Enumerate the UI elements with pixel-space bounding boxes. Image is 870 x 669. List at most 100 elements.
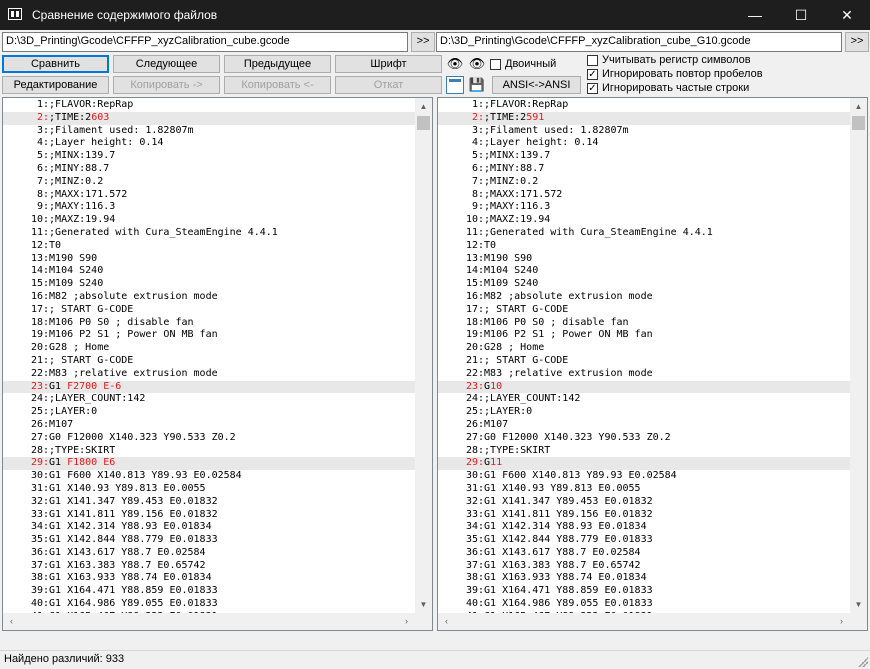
- code-line[interactable]: 31:G1 X140.93 Y89.813 E0.0055: [438, 483, 850, 496]
- left-vertical-scrollbar[interactable]: ▲ ▼: [415, 98, 432, 613]
- code-line[interactable]: 13:M190 S90: [3, 253, 415, 266]
- left-horizontal-scrollbar[interactable]: ‹ ›: [3, 613, 415, 630]
- ansi-button[interactable]: ANSI<->ANSI: [492, 76, 581, 94]
- right-vertical-scrollbar[interactable]: ▲ ▼: [850, 98, 867, 613]
- save-icon[interactable]: 💾: [468, 76, 486, 94]
- scroll-left-icon[interactable]: ‹: [3, 613, 20, 630]
- code-line[interactable]: 9:;MAXY:116.3: [3, 201, 415, 214]
- window-icon[interactable]: [446, 76, 464, 94]
- binoculars-icon[interactable]: 👁: [446, 55, 464, 73]
- code-line[interactable]: 14:M104 S240: [438, 265, 850, 278]
- code-line[interactable]: 4:;Layer height: 0.14: [438, 137, 850, 150]
- code-line[interactable]: 36:G1 X143.617 Y88.7 E0.02584: [3, 547, 415, 560]
- scroll-thumb[interactable]: [417, 116, 430, 130]
- undo-button[interactable]: Откат: [335, 76, 442, 94]
- code-line[interactable]: 1:;FLAVOR:RepRap: [438, 99, 850, 112]
- scroll-left-icon[interactable]: ‹: [438, 613, 455, 630]
- code-line[interactable]: 18:M106 P0 S0 ; disable fan: [438, 317, 850, 330]
- left-file-pane[interactable]: 1:;FLAVOR:RepRap 2:;TIME:2603 3:;Filament …: [2, 97, 433, 631]
- prev-diff-button[interactable]: Предыдущее отличие: [224, 55, 331, 86]
- code-line[interactable]: 31:G1 X140.93 Y89.813 E0.0055: [3, 483, 415, 496]
- code-line[interactable]: 5:;MINX:139.7: [438, 150, 850, 163]
- code-line[interactable]: 24:;LAYER_COUNT:142: [3, 393, 415, 406]
- code-line[interactable]: 9:;MAXY:116.3: [438, 201, 850, 214]
- code-line[interactable]: 32:G1 X141.347 Y89.453 E0.01832: [3, 496, 415, 509]
- code-line[interactable]: 19:M106 P2 S1 ; Power ON MB fan: [438, 329, 850, 342]
- minimize-button[interactable]: —: [732, 0, 778, 30]
- close-button[interactable]: ✕: [824, 0, 870, 30]
- code-line[interactable]: 5:;MINX:139.7: [3, 150, 415, 163]
- code-line[interactable]: 38:G1 X163.933 Y88.74 E0.01834: [3, 572, 415, 585]
- code-line[interactable]: 3:;Filament used: 1.82807m: [3, 125, 415, 138]
- code-line[interactable]: 26:M107: [438, 419, 850, 432]
- code-line[interactable]: 27:G0 F12000 X140.323 Y90.533 Z0.2: [3, 432, 415, 445]
- code-line[interactable]: 12:T0: [438, 240, 850, 253]
- code-line[interactable]: 22:M83 ;relative extrusion mode: [438, 368, 850, 381]
- code-line[interactable]: 16:M82 ;absolute extrusion mode: [3, 291, 415, 304]
- code-line[interactable]: 33:G1 X141.811 Y89.156 E0.01832: [3, 509, 415, 522]
- next-diff-button[interactable]: Следующее отличие: [113, 55, 220, 86]
- scroll-down-icon[interactable]: ▼: [415, 596, 432, 613]
- code-line[interactable]: 15:M109 S240: [3, 278, 415, 291]
- right-path-field[interactable]: D:\3D_Printing\Gcode\CFFFP_xyzCalibratio…: [436, 32, 842, 52]
- code-line[interactable]: 40:G1 X164.986 Y89.055 E0.01833: [438, 598, 850, 611]
- code-line[interactable]: 26:M107: [3, 419, 415, 432]
- code-line[interactable]: 34:G1 X142.314 Y88.93 E0.01834: [3, 521, 415, 534]
- left-browse-button[interactable]: >>: [411, 32, 435, 52]
- code-line[interactable]: 30:G1 F600 X140.813 Y89.93 E0.02584: [438, 470, 850, 483]
- code-line[interactable]: 40:G1 X164.986 Y89.055 E0.01833: [3, 598, 415, 611]
- left-path-field[interactable]: D:\3D_Printing\Gcode\CFFFP_xyzCalibratio…: [2, 32, 408, 52]
- code-line[interactable]: 11:;Generated with Cura_SteamEngine 4.4.…: [438, 227, 850, 240]
- case-sensitive-checkbox[interactable]: [587, 54, 598, 66]
- code-line[interactable]: 37:G1 X163.383 Y88.7 E0.65742: [438, 560, 850, 573]
- ignore-frequent-checkbox[interactable]: ✓: [587, 82, 598, 94]
- code-line[interactable]: 35:G1 X142.844 Y88.779 E0.01833: [438, 534, 850, 547]
- code-line[interactable]: 17:; START G-CODE: [438, 304, 850, 317]
- binoculars-next-icon[interactable]: 👁: [468, 55, 486, 73]
- code-line[interactable]: 21:; START G-CODE: [438, 355, 850, 368]
- binary-checkbox[interactable]: Двоичный: [490, 58, 556, 72]
- edit-button[interactable]: Редактирование: [2, 76, 109, 94]
- code-line[interactable]: 8:;MAXX:171.572: [3, 189, 415, 202]
- code-line[interactable]: 13:M190 S90: [438, 253, 850, 266]
- code-line[interactable]: 4:;Layer height: 0.14: [3, 137, 415, 150]
- code-line[interactable]: 8:;MAXX:171.572: [438, 189, 850, 202]
- diff-line[interactable]: 23:G10: [438, 380, 850, 394]
- code-line[interactable]: 7:;MINZ:0.2: [3, 176, 415, 189]
- code-line[interactable]: 12:T0: [3, 240, 415, 253]
- scroll-up-icon[interactable]: ▲: [850, 98, 867, 115]
- maximize-button[interactable]: ☐: [778, 0, 824, 30]
- code-line[interactable]: 30:G1 F600 X140.813 Y89.93 E0.02584: [3, 470, 415, 483]
- right-horizontal-scrollbar[interactable]: ‹ ›: [438, 613, 850, 630]
- diff-line[interactable]: 23:G1 F2700 E-6: [3, 380, 415, 394]
- code-line[interactable]: 35:G1 X142.844 Y88.779 E0.01833: [3, 534, 415, 547]
- code-line[interactable]: 1:;FLAVOR:RepRap: [3, 99, 415, 112]
- code-line[interactable]: 28:;TYPE:SKIRT: [3, 445, 415, 458]
- code-line[interactable]: 25:;LAYER:0: [438, 406, 850, 419]
- code-line[interactable]: 19:M106 P2 S1 ; Power ON MB fan: [3, 329, 415, 342]
- code-line[interactable]: 33:G1 X141.811 Y89.156 E0.01832: [438, 509, 850, 522]
- code-line[interactable]: 3:;Filament used: 1.82807m: [438, 125, 850, 138]
- scroll-right-icon[interactable]: ›: [833, 613, 850, 630]
- code-line[interactable]: 15:M109 S240: [438, 278, 850, 291]
- scroll-down-icon[interactable]: ▼: [850, 596, 867, 613]
- code-line[interactable]: 34:G1 X142.314 Y88.93 E0.01834: [438, 521, 850, 534]
- code-line[interactable]: 36:G1 X143.617 Y88.7 E0.02584: [438, 547, 850, 560]
- code-line[interactable]: 16:M82 ;absolute extrusion mode: [438, 291, 850, 304]
- code-line[interactable]: 22:M83 ;relative extrusion mode: [3, 368, 415, 381]
- code-line[interactable]: 25:;LAYER:0: [3, 406, 415, 419]
- scroll-up-icon[interactable]: ▲: [415, 98, 432, 115]
- code-line[interactable]: 18:M106 P0 S0 ; disable fan: [3, 317, 415, 330]
- ignore-frequent-option[interactable]: ✓ Игнорировать частые строки: [587, 82, 749, 96]
- code-line[interactable]: 21:; START G-CODE: [3, 355, 415, 368]
- code-line[interactable]: 38:G1 X163.933 Y88.74 E0.01834: [438, 572, 850, 585]
- compare-button[interactable]: Сравнить: [2, 55, 109, 73]
- code-line[interactable]: 6:;MINY:88.7: [438, 163, 850, 176]
- code-line[interactable]: 11:;Generated with Cura_SteamEngine 4.4.…: [3, 227, 415, 240]
- copy-left-button[interactable]: Копировать <-: [224, 76, 331, 94]
- diff-line[interactable]: 2:;TIME:2591: [438, 111, 850, 125]
- resize-grip-icon[interactable]: [858, 657, 868, 667]
- ignore-spaces-option[interactable]: ✓ Игнорировать повтор пробелов: [587, 68, 763, 82]
- code-line[interactable]: 10:;MAXZ:19.94: [438, 214, 850, 227]
- right-browse-button[interactable]: >>: [845, 32, 869, 52]
